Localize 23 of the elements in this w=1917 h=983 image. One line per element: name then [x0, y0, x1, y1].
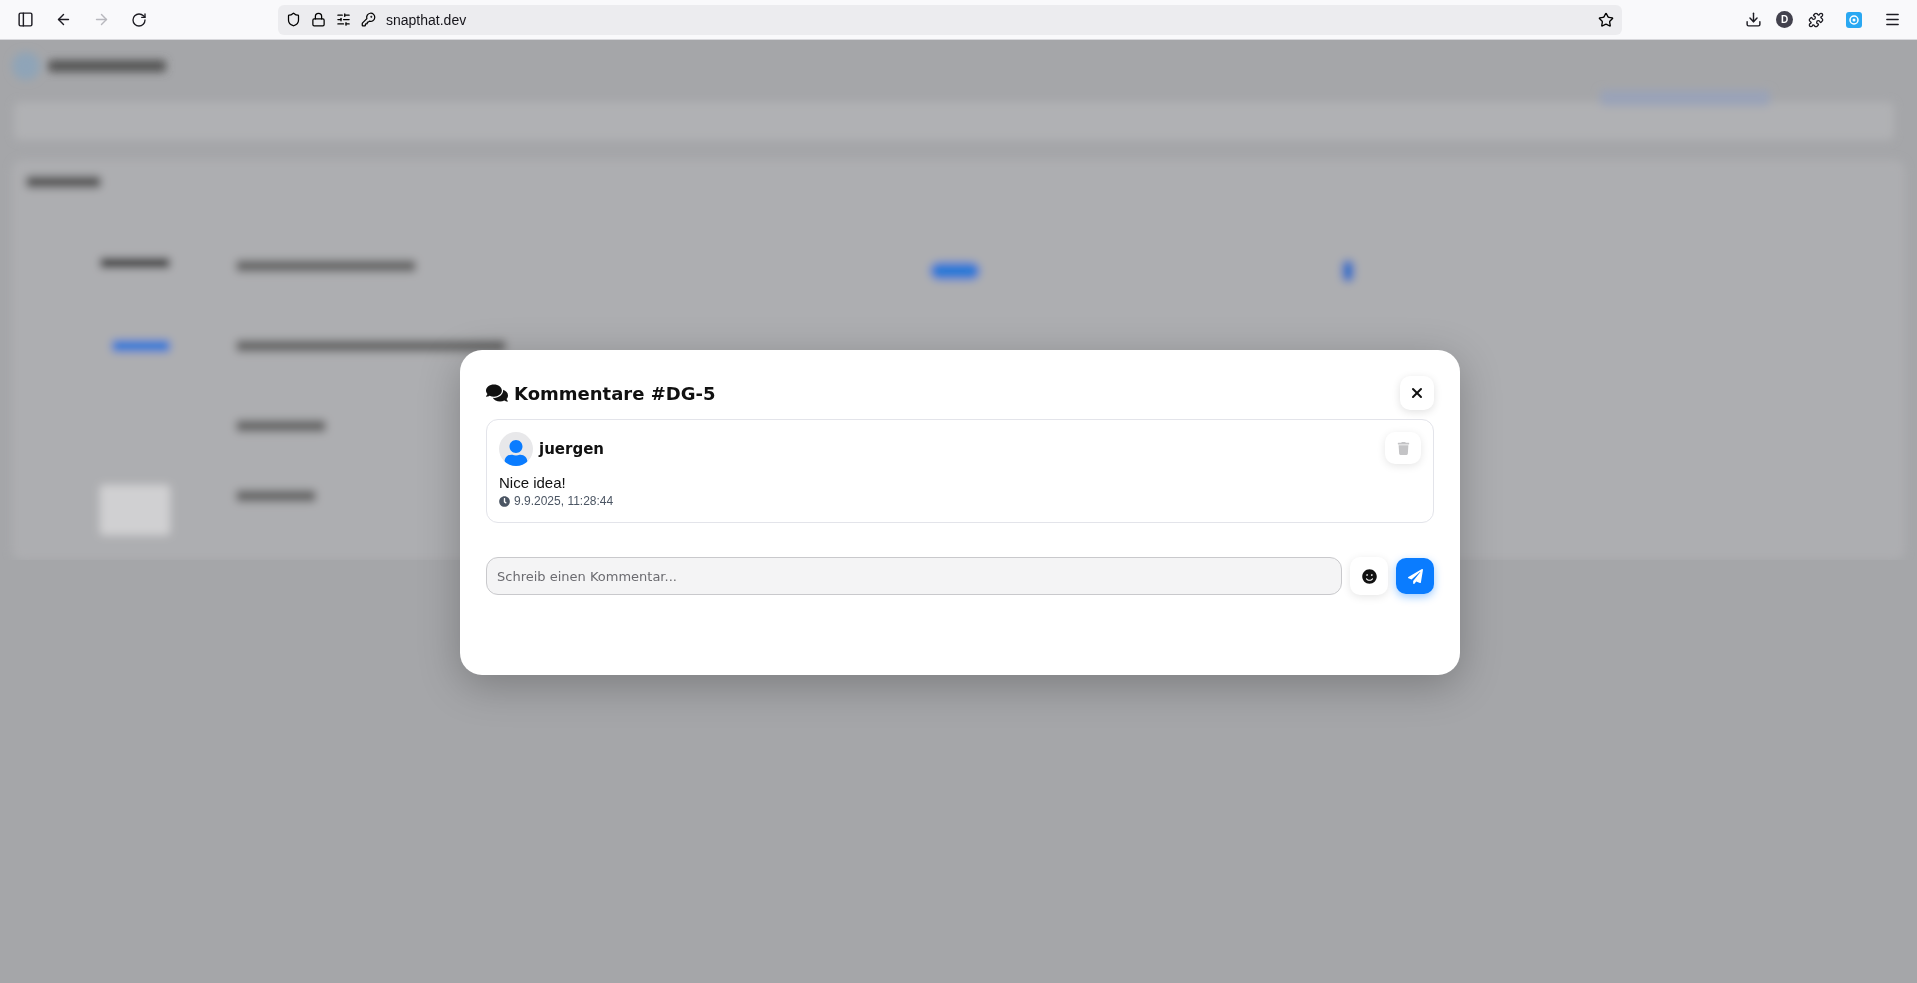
send-button[interactable]: [1396, 558, 1434, 594]
smiley-icon[interactable]: [1361, 568, 1377, 584]
profile-avatar[interactable]: D: [1776, 11, 1793, 28]
close-icon[interactable]: [1409, 385, 1425, 401]
reload-icon[interactable]: [131, 11, 147, 28]
close-button[interactable]: [1400, 376, 1434, 410]
star-icon[interactable]: [1598, 11, 1614, 28]
address-bar[interactable]: snapthat.dev: [278, 4, 1622, 35]
sliders-icon[interactable]: [336, 12, 351, 27]
url-text: snapthat.dev: [386, 11, 468, 28]
paper-plane-icon[interactable]: [1407, 568, 1423, 584]
shield-icon[interactable]: [286, 12, 301, 27]
key-icon[interactable]: [361, 12, 376, 27]
lock-icon[interactable]: [311, 12, 326, 27]
emoji-button[interactable]: [1350, 557, 1388, 595]
comment-author: juergen: [539, 440, 604, 458]
comment-input[interactable]: Schreib einen Kommentar...: [486, 557, 1342, 595]
user-avatar: [499, 432, 533, 466]
dialog-title: Kommentare #DG-5: [486, 382, 716, 404]
clock-icon: [499, 495, 510, 507]
comment-time: 9.9.2025, 11:28:44: [514, 494, 614, 508]
chat-bubbles-icon: [486, 382, 508, 404]
comment-text: Nice idea!: [499, 474, 567, 491]
